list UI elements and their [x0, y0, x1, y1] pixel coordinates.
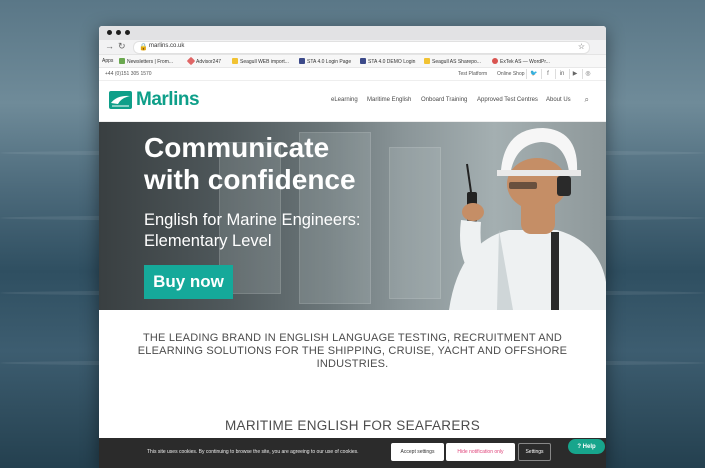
- bookmark-label: ExTek AS — WordPr...: [500, 59, 550, 65]
- cookie-banner: This site uses cookies. By continuing to…: [99, 438, 606, 468]
- divider: [582, 69, 583, 79]
- seagull-icon: [232, 58, 238, 64]
- section-title: MARITIME ENGLISH FOR SEAFARERS: [224, 418, 481, 433]
- address-bar-row: → ↻ 🔒 marlins.co.uk ☆: [99, 40, 606, 55]
- youtube-icon[interactable]: ▶: [571, 70, 579, 78]
- bookmark-sta-login[interactable]: STA 4.0 Login Page: [299, 58, 351, 65]
- seagull-icon: [424, 58, 430, 64]
- site-topbar: +44 (0)151 305 1570 Test Platform Online…: [99, 68, 606, 81]
- tagline-line3: INDUSTRIES.: [316, 358, 389, 370]
- bookmark-star-icon[interactable]: ☆: [578, 42, 585, 51]
- marlins-logo-icon[interactable]: [109, 91, 132, 109]
- hero-subtitle-line1: English for Marine Engineers:: [144, 211, 361, 229]
- settings-button[interactable]: Settings: [518, 443, 551, 461]
- cookie-text: This site uses cookies. By continuing to…: [147, 449, 359, 455]
- nav-elearning[interactable]: eLearning: [331, 97, 358, 103]
- nav-onboard-training[interactable]: Onboard Training: [421, 97, 467, 103]
- page-icon: [299, 58, 305, 64]
- nav-maritime-english[interactable]: Maritime English: [367, 97, 411, 103]
- hero-subtitle-line2: Elementary Level: [144, 232, 272, 250]
- help-button[interactable]: ? Help: [568, 439, 605, 454]
- nav-approved-test-centres[interactable]: Approved Test Centres: [477, 97, 538, 103]
- control-panel-graphic: [389, 147, 441, 299]
- nav-about-us[interactable]: About Us: [546, 97, 571, 103]
- engineer-image: [449, 128, 606, 310]
- reload-icon[interactable]: ↻: [118, 41, 126, 52]
- address-bar[interactable]: 🔒 marlins.co.uk ☆: [133, 41, 590, 54]
- accept-settings-button[interactable]: Accept settings: [391, 443, 444, 461]
- hide-notification-button[interactable]: Hide notification only: [446, 443, 515, 461]
- phone-number: +44 (0)151 305 1570: [105, 71, 152, 77]
- hero-headline: Communicate with confidence: [144, 132, 356, 196]
- divider: [526, 69, 527, 79]
- tagline-line1: THE LEADING BRAND IN ENGLISH LANGUAGE TE…: [142, 332, 563, 344]
- url-text: marlins.co.uk: [149, 43, 185, 49]
- browser-window: → ↻ 🔒 marlins.co.uk ☆ Apps Newsletters |…: [99, 26, 606, 468]
- bookmark-label: Advisor247: [196, 59, 222, 65]
- wordpress-icon: [492, 58, 498, 64]
- bookmark-label: Seagull AS Sharepo...: [432, 59, 481, 65]
- page-icon: [360, 58, 366, 64]
- bookmark-sta-demo[interactable]: STA 4.0 DEMO Login: [360, 58, 415, 65]
- bookmark-label: Newsletters | From...: [127, 59, 174, 65]
- bookmark-label: STA 4.0 DEMO Login: [368, 59, 416, 65]
- tagline-line2: ELEARNING SOLUTIONS FOR THE SHIPPING, CR…: [137, 345, 568, 357]
- window-maximize-dot[interactable]: [125, 30, 130, 35]
- bookmark-seagull-web[interactable]: Seagull WEB import...: [232, 58, 289, 65]
- help-label: Help: [582, 443, 596, 450]
- buy-now-button[interactable]: Buy now: [144, 265, 233, 299]
- hero-banner: Communicate with confidence English for …: [99, 122, 606, 310]
- leaf-icon: [119, 58, 125, 64]
- divider: [569, 69, 570, 79]
- window-minimize-dot[interactable]: [116, 30, 121, 35]
- forward-arrow-icon[interactable]: →: [105, 41, 114, 51]
- window-close-dot[interactable]: [107, 30, 112, 35]
- twitter-icon[interactable]: 🐦: [530, 70, 538, 78]
- lock-icon: 🔒: [139, 44, 148, 51]
- site-header: Marlins eLearning Maritime English Onboa…: [99, 81, 606, 122]
- test-platform-link[interactable]: Test Platform: [458, 71, 487, 77]
- facebook-icon[interactable]: f: [544, 70, 552, 78]
- bookmarks-bar: Apps Newsletters | From... Advisor247 Se…: [99, 55, 606, 68]
- search-icon[interactable]: ⌕: [585, 95, 589, 105]
- hero-headline-line2: with confidence: [144, 164, 356, 195]
- divider: [541, 69, 542, 79]
- bookmark-label: STA 4.0 Login Page: [307, 59, 352, 65]
- bookmark-seagull-sharepoint[interactable]: Seagull AS Sharepo...: [424, 58, 481, 65]
- linkedin-icon[interactable]: in: [558, 70, 566, 78]
- bookmark-apps[interactable]: Apps: [102, 58, 113, 64]
- bookmark-newsletters[interactable]: Newsletters | From...: [119, 58, 173, 65]
- browser-titlebar: [99, 26, 606, 40]
- tagline: THE LEADING BRAND IN ENGLISH LANGUAGE TE…: [99, 332, 606, 371]
- online-shop-link[interactable]: Online Shop: [497, 71, 525, 77]
- bookmark-extek[interactable]: ExTek AS — WordPr...: [492, 58, 550, 65]
- bookmark-label: Seagull WEB import...: [240, 59, 289, 65]
- bookmark-icon: [186, 56, 196, 66]
- logo-wave-icon: [111, 95, 130, 107]
- instagram-icon[interactable]: ◎: [584, 70, 592, 78]
- divider: [555, 69, 556, 79]
- help-icon: ?: [577, 443, 581, 450]
- hero-subtitle: English for Marine Engineers: Elementary…: [144, 210, 360, 252]
- logo-wordmark[interactable]: Marlins: [136, 89, 200, 111]
- hero-headline-line1: Communicate: [144, 132, 330, 163]
- bookmark-label: Apps: [102, 58, 114, 64]
- bookmark-advisor247[interactable]: Advisor247: [186, 56, 222, 66]
